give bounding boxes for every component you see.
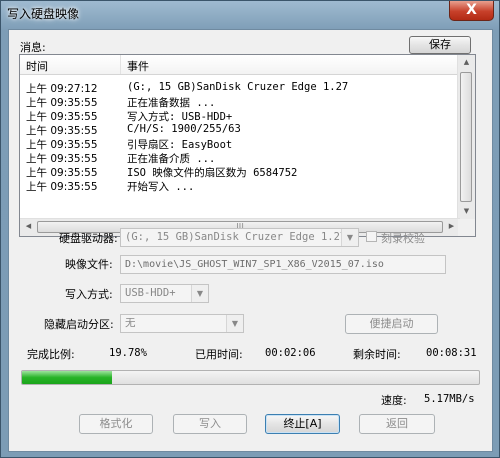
remaining-time-value: 00:08:31 (426, 347, 477, 359)
image-file-label: 映像文件: (65, 258, 113, 271)
quick-boot-button[interactable]: 便捷启动 (345, 314, 438, 334)
log-list[interactable]: 时间 事件 上午 09:27:12 (G:, 15 GB)SanDisk Cruz… (19, 54, 476, 237)
back-button[interactable]: 返回 (359, 414, 435, 434)
completion-ratio-value: 19.78% (109, 347, 147, 359)
window-title: 写入硬盘映像 (7, 7, 80, 21)
write-mode-label: 写入方式: (65, 288, 113, 301)
write-progress-fill (22, 371, 113, 384)
dialog-body: 消息: 保存 时间 事件 上午 09:27:12 (G:, 15 GB)SanDi… (8, 29, 493, 452)
write-mode-select[interactable]: USB-HDD+ ▼ (120, 284, 209, 303)
elapsed-time-label: 已用时间: (195, 348, 243, 361)
vertical-scroll-thumb[interactable] (460, 72, 472, 202)
drive-label: 硬盘驱动器: (59, 232, 118, 245)
vertical-scrollbar[interactable]: ▲ ▼ (457, 55, 475, 219)
write-disk-image-window: 写入硬盘映像 X 消息: 保存 时间 事件 上午 09:27:12 (G:, 15… (0, 0, 500, 458)
image-file-input[interactable]: D:\movie\JS_GHOST_WIN7_SP1_X86_V2015_07.… (120, 255, 446, 274)
scrollbar-corner (458, 219, 475, 236)
chevron-down-icon: ▼ (226, 315, 243, 332)
drive-select[interactable]: (G:, 15 GB)SanDisk Cruzer Edge 1.27 ▼ (120, 228, 359, 247)
format-button[interactable]: 格式化 (79, 414, 153, 434)
hidden-partition-label: 隐藏启动分区: (44, 318, 114, 331)
save-button[interactable]: 保存 (409, 36, 471, 54)
hidden-partition-select-value: 无 (125, 317, 136, 329)
log-header: 时间 事件 (20, 55, 460, 75)
write-button[interactable]: 写入 (173, 414, 247, 434)
speed-value: 5.17MB/s (424, 393, 475, 405)
verify-label: 刻录校验 (381, 232, 425, 245)
chevron-down-icon: ▼ (341, 229, 358, 246)
speed-label: 速度: (381, 394, 407, 407)
elapsed-time-value: 00:02:06 (265, 347, 316, 359)
close-button[interactable]: X (449, 1, 494, 21)
drive-select-value: (G:, 15 GB)SanDisk Cruzer Edge 1.27 (125, 231, 347, 243)
scroll-left-icon[interactable]: ◀ (20, 222, 37, 230)
chevron-down-icon: ▼ (191, 285, 208, 302)
column-time[interactable]: 时间 (26, 58, 48, 74)
scroll-up-icon[interactable]: ▲ (458, 58, 475, 66)
log-label: 消息: (20, 41, 46, 54)
stop-button[interactable]: 终止[A] (265, 414, 340, 434)
column-event[interactable]: 事件 (127, 58, 149, 74)
remaining-time-label: 剩余时间: (353, 348, 401, 361)
completion-ratio-label: 完成比例: (27, 348, 75, 361)
write-progress-bar (21, 370, 480, 385)
hidden-partition-select[interactable]: 无 ▼ (120, 314, 244, 333)
write-mode-select-value: USB-HDD+ (125, 287, 176, 299)
scroll-down-icon[interactable]: ▼ (458, 207, 475, 215)
verify-checkbox[interactable] (366, 231, 377, 242)
